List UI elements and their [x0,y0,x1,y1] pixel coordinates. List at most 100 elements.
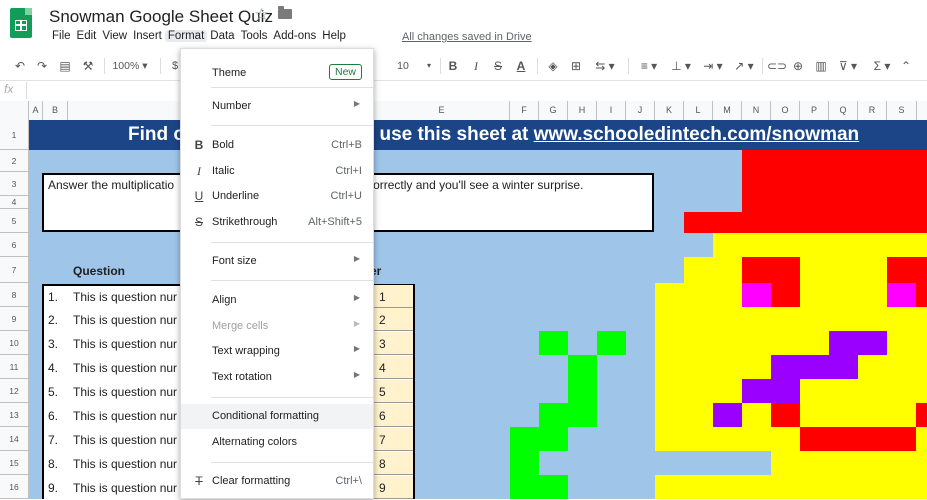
menu-item-clear-formatting[interactable]: T Clear formatting Ctrl+\ [181,469,373,494]
row-header[interactable]: 11 [0,355,28,379]
select-all-corner[interactable] [0,101,29,120]
row-header[interactable]: 14 [0,427,28,451]
font-size-select[interactable]: 10 [391,54,415,78]
sheets-logo[interactable] [10,8,32,38]
column-header[interactable]: R [858,101,887,120]
row-header[interactable]: 4 [0,196,28,209]
column-header[interactable]: F [510,101,539,120]
banner-link[interactable]: www.schooledintech.com/snowman [534,124,860,145]
functions-icon[interactable]: Σ ▾ [869,54,895,78]
menu-item-alternating-colors[interactable]: Alternating colors [181,430,373,455]
star-icon[interactable]: ☆ [254,5,269,25]
comment-icon[interactable]: ⊕ [790,54,806,78]
row-header[interactable]: 3 [0,172,28,196]
menu-item-italic[interactable]: I Italic Ctrl+I [181,159,373,184]
row-header[interactable]: 8 [0,283,28,307]
column-header[interactable]: H [568,101,597,120]
row-header[interactable]: 13 [0,403,28,427]
text-wrap-icon[interactable]: ⇥ ▾ [700,54,726,78]
menu-item-underline[interactable]: U Underline Ctrl+U [181,184,373,209]
menu-view[interactable]: View [99,30,130,42]
row-header[interactable]: 7 [0,257,28,283]
column-header[interactable]: E [374,101,510,120]
folder-icon[interactable] [278,6,292,19]
currency-format-button[interactable]: $ [170,54,180,78]
column-header[interactable]: L [684,101,713,120]
answer-cell[interactable]: 8 [374,452,413,475]
redo-icon[interactable]: ↷ [34,54,50,78]
row-header[interactable]: 16 [0,475,28,499]
clear-formatting-icon: T [195,474,203,488]
answer-cell[interactable]: 3 [374,332,413,355]
menu-format[interactable]: Format [164,30,208,42]
answer-cell[interactable]: 5 [374,380,413,403]
chevron-down-icon[interactable]: ▾ [424,54,434,78]
column-header[interactable]: J [626,101,655,120]
column-header[interactable]: Q [829,101,858,120]
bold-icon[interactable]: B [446,54,460,78]
column-header[interactable]: K [655,101,684,120]
menu-item-number[interactable]: Number ▶ [181,94,373,119]
more-icon[interactable]: ⌃ [898,54,914,78]
menu-file[interactable]: File [49,30,74,42]
answer-cell[interactable]: 2 [374,308,413,331]
column-header[interactable]: S [887,101,917,120]
chart-icon[interactable]: ▥ [813,54,829,78]
document-title[interactable]: Snowman Google Sheet Quiz [49,7,273,27]
row-header[interactable]: 5 [0,209,28,233]
vertical-align-icon[interactable]: ⊥ ▾ [668,54,694,78]
undo-icon[interactable]: ↶ [12,54,28,78]
text-rotation-icon[interactable]: ↗ ▾ [731,54,757,78]
formula-bar[interactable] [0,80,927,103]
column-header[interactable]: A [29,101,43,120]
row-header[interactable]: 10 [0,331,28,355]
menu-item-shortcut: Ctrl+I [335,165,362,177]
menu-addons[interactable]: Add-ons [270,30,319,42]
menu-help[interactable]: Help [319,30,349,42]
row-header[interactable]: 12 [0,379,28,403]
column-header[interactable]: N [742,101,771,120]
print-icon[interactable]: ▤ [57,54,73,78]
menu-item-conditional-formatting[interactable]: Conditional formatting [181,404,373,429]
column-header[interactable]: O [771,101,800,120]
menu-tools[interactable]: Tools [238,30,271,42]
row-header[interactable]: 6 [0,233,28,257]
italic-icon[interactable]: I [469,54,483,78]
merge-cells-icon[interactable]: ⇆ ▾ [592,54,618,78]
menu-item-align[interactable]: Align ▶ [181,288,373,313]
paint-format-icon[interactable]: ⚒ [80,54,96,78]
menu-data[interactable]: Data [207,30,237,42]
link-icon[interactable]: ⊂⊃ [767,54,787,78]
column-header[interactable]: P [800,101,829,120]
fill-color-icon[interactable]: ◈ [545,54,561,78]
text-color-icon[interactable]: A [514,54,528,78]
menu-item-font-size[interactable]: Font size ▶ [181,249,373,274]
menu-item-merge-cells: Merge cells ▶ [181,314,373,339]
menu-item-text-rotation[interactable]: Text rotation ▶ [181,365,373,390]
column-header[interactable]: B [43,101,68,120]
answer-cell[interactable]: 9 [374,476,413,499]
save-status-link[interactable]: All changes saved in Drive [402,31,532,43]
strikethrough-icon[interactable]: S [491,54,505,78]
answer-cell[interactable]: 4 [374,356,413,379]
column-header[interactable]: I [597,101,626,120]
menu-item-text-wrapping[interactable]: Text wrapping ▶ [181,339,373,364]
answer-cell[interactable]: 6 [374,404,413,427]
answer-cell[interactable]: 7 [374,428,413,451]
menu-item-bold[interactable]: B Bold Ctrl+B [181,133,373,158]
borders-icon[interactable]: ⊞ [568,54,584,78]
column-header[interactable]: G [539,101,568,120]
row-header[interactable]: 1 [0,120,28,150]
menu-edit[interactable]: Edit [74,30,100,42]
row-header[interactable]: 2 [0,150,28,172]
question-header: Question [73,264,126,278]
menu-item-strikethrough[interactable]: S Strikethrough Alt+Shift+5 [181,210,373,235]
filter-icon[interactable]: ⊽ ▾ [835,54,861,78]
menu-insert[interactable]: Insert [130,30,165,42]
row-header[interactable]: 9 [0,307,28,331]
zoom-select[interactable]: 100% ▾ [112,54,148,78]
column-header[interactable]: M [713,101,742,120]
row-header[interactable]: 15 [0,451,28,475]
horizontal-align-icon[interactable]: ≡ ▾ [636,54,662,78]
answer-cell[interactable]: 1 [374,285,413,308]
